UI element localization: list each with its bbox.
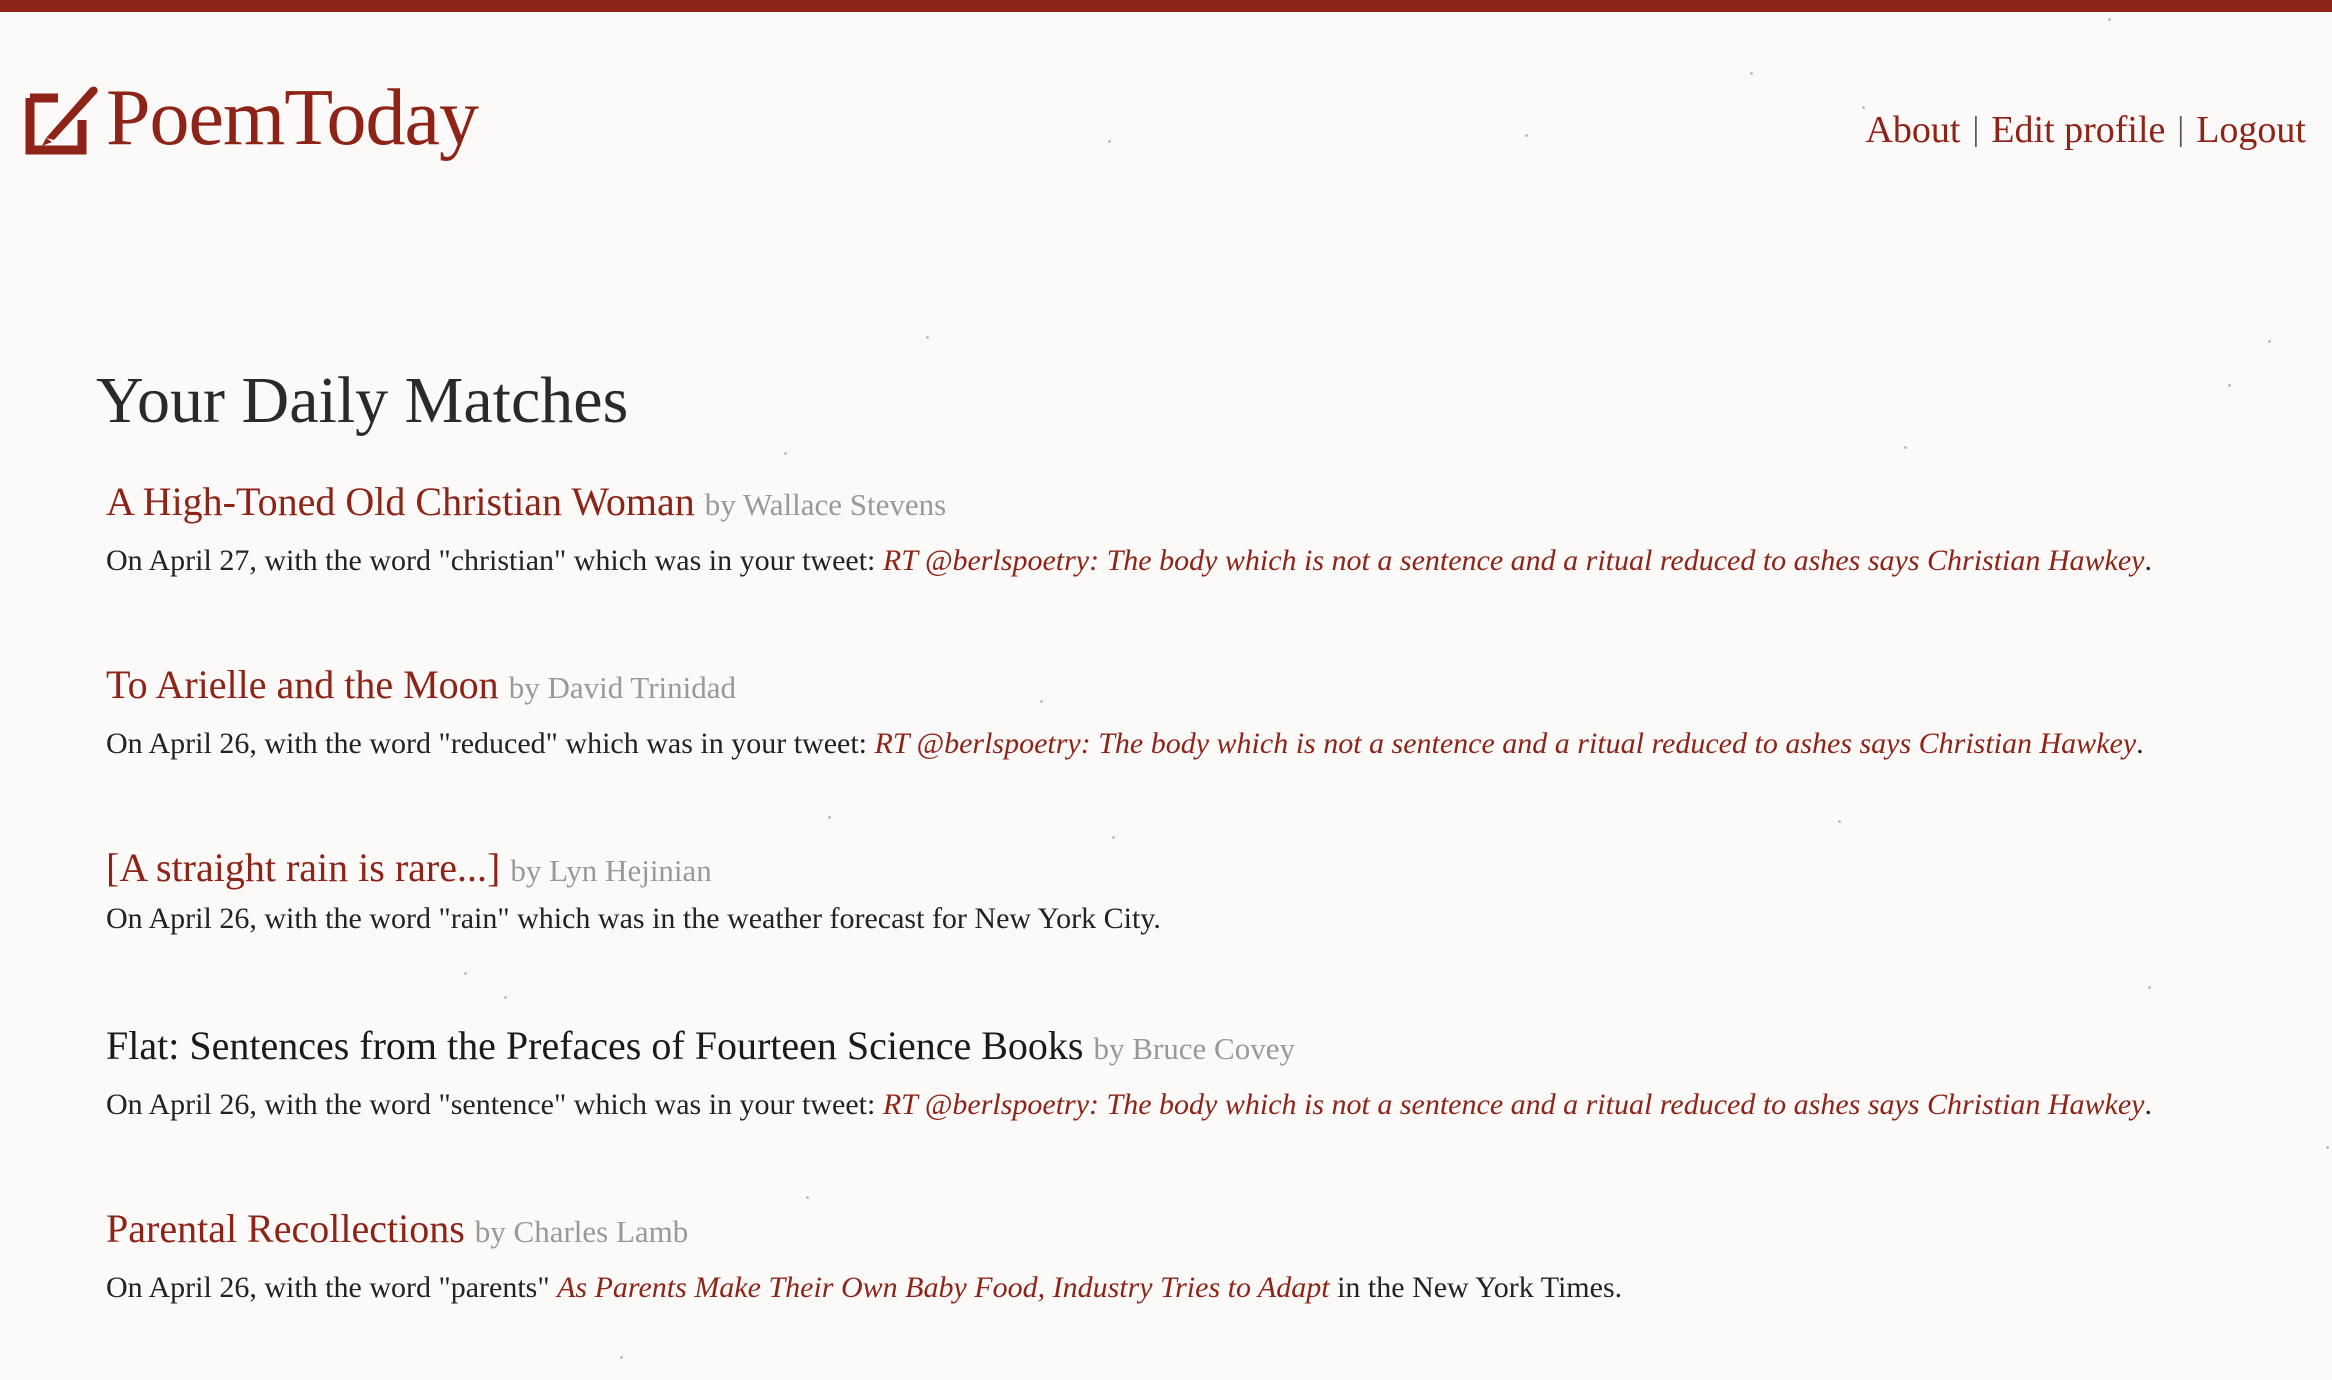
poem-title-link[interactable]: To Arielle and the Moon bbox=[106, 662, 499, 707]
match-item: Flat: Sentences from the Prefaces of Fou… bbox=[106, 1022, 2152, 1125]
match-reason: On April 26, with the word "parents" bbox=[106, 1271, 558, 1304]
match-reason-end: in the New York Times. bbox=[1329, 1271, 1623, 1304]
match-reason: On April 26, with the word "reduced" whi… bbox=[106, 727, 875, 760]
tweet-link[interactable]: RT @berlspoetry: The body which is not a… bbox=[883, 1088, 2145, 1121]
match-description: On April 27, with the word "christian" w… bbox=[106, 541, 2152, 581]
tweet-link[interactable]: RT @berlspoetry: The body which is not a… bbox=[883, 544, 2145, 577]
poem-author: by Charles Lamb bbox=[474, 1214, 689, 1249]
match-reason: On April 26, with the word "rain" which … bbox=[106, 902, 1161, 935]
match-title-line: To Arielle and the Moon by David Trinida… bbox=[106, 661, 2144, 712]
match-description: On April 26, with the word "reduced" whi… bbox=[106, 724, 2144, 764]
match-reason-end: . bbox=[2136, 727, 2144, 760]
match-reason: On April 26, with the word "sentence" wh… bbox=[106, 1088, 883, 1121]
match-description: On April 26, with the word "sentence" wh… bbox=[106, 1085, 2152, 1125]
nav-logout-link[interactable]: Logout bbox=[2196, 108, 2306, 152]
match-title-line: Parental Recollections by Charles Lamb bbox=[106, 1205, 1622, 1256]
tweet-link[interactable]: RT @berlspoetry: The body which is not a… bbox=[875, 727, 2137, 760]
match-title-line: Flat: Sentences from the Prefaces of Fou… bbox=[106, 1022, 2152, 1073]
match-description: On April 26, with the word "parents" As … bbox=[106, 1268, 1622, 1308]
site-logo[interactable]: PoemToday bbox=[24, 74, 479, 162]
match-item: [A straight rain is rare...] by Lyn Heji… bbox=[106, 844, 1161, 939]
page-title: Your Daily Matches bbox=[96, 364, 629, 437]
news-article-link[interactable]: As Parents Make Their Own Baby Food, Ind… bbox=[557, 1271, 1329, 1304]
poem-title-link[interactable]: Parental Recollections bbox=[106, 1206, 465, 1251]
match-item: A High-Toned Old Christian Woman by Wall… bbox=[106, 478, 2152, 581]
top-nav: About | Edit profile | Logout bbox=[1865, 108, 2306, 152]
match-item: To Arielle and the Moon by David Trinida… bbox=[106, 661, 2144, 764]
poem-author: by David Trinidad bbox=[508, 670, 737, 705]
match-title-line: A High-Toned Old Christian Woman by Wall… bbox=[106, 478, 2152, 529]
match-description: On April 26, with the word "rain" which … bbox=[106, 899, 1161, 939]
site-name: PoemToday bbox=[106, 74, 479, 162]
nav-separator: | bbox=[1972, 111, 1980, 148]
quill-pen-icon bbox=[25, 86, 98, 155]
poem-author: by Bruce Covey bbox=[1093, 1031, 1295, 1066]
match-reason-end: . bbox=[2144, 544, 2153, 577]
site-header: PoemToday About | Edit profile | Logout bbox=[24, 72, 2306, 182]
match-reason-end: . bbox=[2144, 1088, 2152, 1121]
poem-author: by Lyn Hejinian bbox=[510, 853, 712, 888]
poem-title-link[interactable]: Flat: Sentences from the Prefaces of Fou… bbox=[106, 1023, 1084, 1068]
top-accent-bar bbox=[0, 0, 2332, 12]
match-title-line: [A straight rain is rare...] by Lyn Heji… bbox=[106, 844, 1161, 895]
nav-edit-profile-link[interactable]: Edit profile bbox=[1991, 108, 2165, 152]
match-reason: On April 27, with the word "christian" w… bbox=[106, 544, 883, 577]
match-item: Parental Recollections by Charles Lamb O… bbox=[106, 1205, 1622, 1308]
poem-title-link[interactable]: A High-Toned Old Christian Woman bbox=[106, 479, 695, 524]
poem-title-link[interactable]: [A straight rain is rare...] bbox=[106, 845, 500, 890]
nav-about-link[interactable]: About bbox=[1865, 108, 1960, 152]
nav-separator: | bbox=[2177, 111, 2185, 148]
poem-author: by Wallace Stevens bbox=[704, 487, 947, 522]
